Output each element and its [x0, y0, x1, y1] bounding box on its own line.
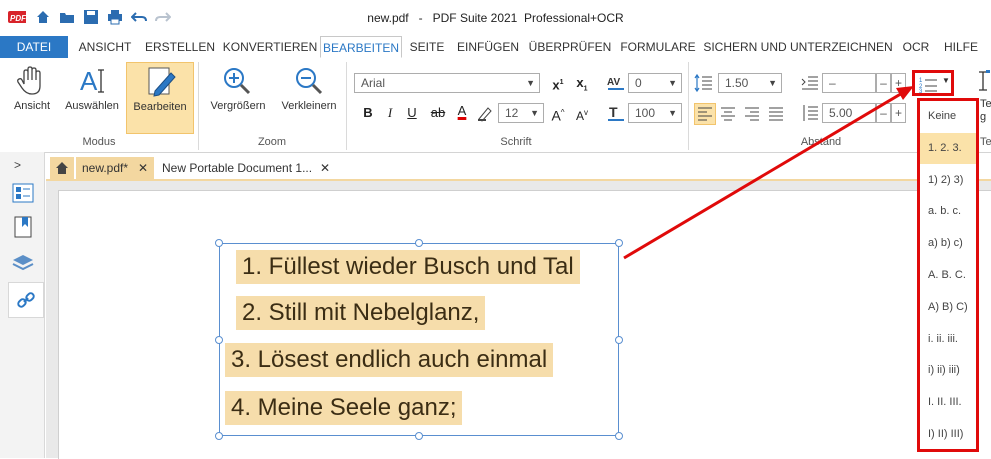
- numbering-option[interactable]: I. II. III.: [920, 387, 976, 418]
- numbering-option[interactable]: 1. 2. 3.: [920, 132, 976, 164]
- numbering-option[interactable]: i. ii. iii.: [920, 324, 976, 355]
- annotation-arrow: [623, 86, 914, 260]
- numbering-option[interactable]: a. b. c.: [920, 196, 976, 227]
- numbering-option[interactable]: a) b) c): [920, 228, 976, 259]
- numbering-option[interactable]: i) ii) iii): [920, 355, 976, 386]
- numbering-option[interactable]: A. B. C.: [920, 260, 976, 291]
- numbering-dropdown: Keine 1. 2. 3. 1) 2) 3) a. b. c. a) b) c) A. …: [917, 98, 979, 452]
- numbering-option[interactable]: Keine: [920, 101, 976, 132]
- numbering-option[interactable]: I) II) III): [920, 419, 976, 450]
- numbering-option[interactable]: 1) 2) 3): [920, 165, 976, 196]
- numbering-option[interactable]: A) B) C): [920, 292, 976, 323]
